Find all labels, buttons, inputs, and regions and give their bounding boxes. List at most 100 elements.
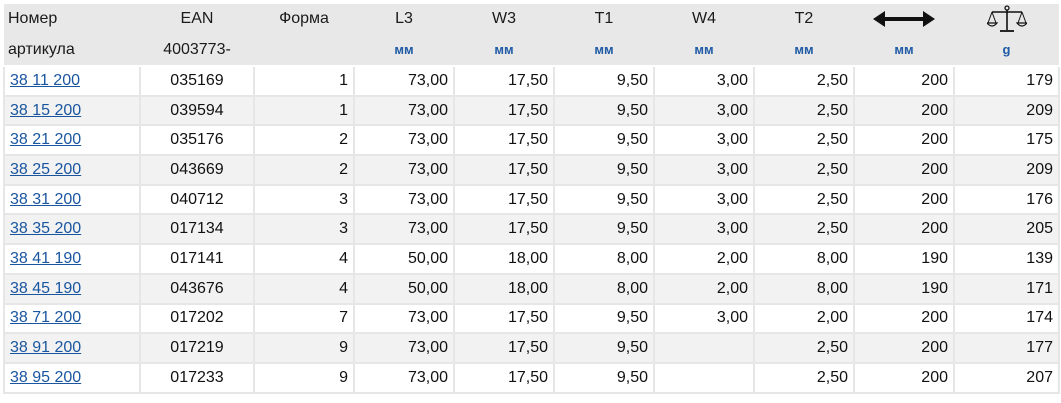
header-weight [954,4,1059,34]
cell-ean: 043669 [140,155,255,186]
cell-w3: 17,50 [454,303,555,335]
cell-ean: 017219 [140,333,255,364]
header-ean: EAN [140,4,254,34]
cell-ean: 040712 [140,184,255,216]
article-number-link[interactable]: 38 35 200 [10,220,81,237]
cell-l3: 73,00 [354,95,455,127]
cell-t1: 9,50 [554,333,655,364]
product-table-container: Номер EAN Форма L3 W3 T1 W4 T2 артикула … [0,4,1061,403]
article-number-link[interactable]: 38 15 200 [10,102,81,119]
cell-weight: 174 [954,303,1060,335]
cell-length: 200 [854,333,955,364]
cell-l3: 73,00 [354,66,455,97]
header-l3: L3 [354,4,454,34]
cell-form: 9 [254,362,355,394]
cell-t1: 9,50 [554,125,655,157]
cell-w4 [654,362,755,394]
cell-weight: 207 [954,362,1060,394]
cell-ean: 017233 [140,362,255,394]
cell-t1: 9,50 [554,184,655,216]
cell-ean: 017134 [140,214,255,246]
cell-t1: 8,00 [554,244,655,275]
cell-w3: 17,50 [454,214,555,246]
article-number-link[interactable]: 38 95 200 [10,369,81,386]
article-number-link[interactable]: 38 31 200 [10,191,81,208]
cell-form: 3 [254,184,355,216]
article-number-link[interactable]: 38 41 190 [10,250,81,267]
table-row: 38 35 200 017134 3 73,00 17,50 9,50 3,00 2,50 20… [3,214,1060,246]
header-article-number: Номер [4,4,140,34]
table-row: 38 15 200 039594 1 73,00 17,50 9,50 3,00 2,50 20… [3,95,1060,127]
cell-t1: 9,50 [554,95,655,127]
cell-w3: 17,50 [454,362,555,394]
cell-form: 3 [254,214,355,246]
cell-article-number: 38 41 190 [3,244,141,275]
cell-t1: 9,50 [554,155,655,186]
cell-t1: 9,50 [554,303,655,335]
cell-t1: 9,50 [554,362,655,394]
cell-weight: 179 [954,66,1060,97]
table-row: 38 41 190 017141 4 50,00 18,00 8,00 2,00 8,00 19… [3,244,1060,275]
header-article-number-line2: артикула [4,34,140,67]
cell-length: 200 [854,125,955,157]
cell-t2: 2,50 [754,333,855,364]
article-number-link[interactable]: 38 45 190 [10,280,81,297]
cell-t2: 2,50 [754,184,855,216]
cell-weight: 176 [954,184,1060,216]
cell-l3: 73,00 [354,125,455,157]
article-number-link[interactable]: 38 91 200 [10,339,81,356]
table-header: Номер EAN Форма L3 W3 T1 W4 T2 артикула … [4,4,1059,67]
cell-ean: 043676 [140,273,255,305]
cell-t2: 2,50 [754,214,855,246]
cell-t2: 2,50 [754,95,855,127]
cell-article-number: 38 71 200 [3,303,141,335]
cell-w4: 2,00 [654,244,755,275]
cell-l3: 73,00 [354,214,455,246]
header-row-labels: Номер EAN Форма L3 W3 T1 W4 T2 [4,4,1059,34]
cell-article-number: 38 25 200 [3,155,141,186]
cell-article-number: 38 15 200 [3,95,141,127]
cell-article-number: 38 31 200 [3,184,141,216]
table-row: 38 25 200 043669 2 73,00 17,50 9,50 3,00 2,50 20… [3,155,1060,186]
unit-t2: мм [754,34,854,67]
cell-w3: 17,50 [454,184,555,216]
header-t2: T2 [754,4,854,34]
cell-form: 2 [254,125,355,157]
cell-t2: 2,50 [754,125,855,157]
cell-w3: 17,50 [454,125,555,157]
cell-weight: 171 [954,273,1060,305]
scale-icon [986,5,1027,32]
cell-length: 200 [854,184,955,216]
cell-length: 190 [854,244,955,275]
cell-w3: 18,00 [454,244,555,275]
cell-form: 9 [254,333,355,364]
table-row: 38 11 200 035169 1 73,00 17,50 9,50 3,00 2,50 20… [3,66,1060,97]
cell-weight: 205 [954,214,1060,246]
article-number-link[interactable]: 38 71 200 [10,309,81,326]
cell-l3: 73,00 [354,155,455,186]
cell-article-number: 38 45 190 [3,273,141,305]
cell-ean: 035176 [140,125,255,157]
cell-length: 200 [854,362,955,394]
unit-w3: мм [454,34,554,67]
unit-weight: g [954,34,1059,67]
cell-w3: 17,50 [454,155,555,186]
unit-t1: мм [554,34,654,67]
cell-t1: 9,50 [554,214,655,246]
article-number-link[interactable]: 38 25 200 [10,161,81,178]
cell-form: 1 [254,95,355,127]
article-number-link[interactable]: 38 21 200 [10,131,81,148]
cell-l3: 50,00 [354,273,455,305]
cell-t2: 8,00 [754,244,855,275]
cell-w4 [654,333,755,364]
cell-l3: 50,00 [354,244,455,275]
header-w4: W4 [654,4,754,34]
cell-l3: 73,00 [354,333,455,364]
cell-t2: 2,50 [754,362,855,394]
cell-w4: 3,00 [654,66,755,97]
table-row: 38 95 200 017233 9 73,00 17,50 9,50 2,50 200 207 [3,362,1060,394]
header-t1: T1 [554,4,654,34]
article-number-link[interactable]: 38 11 200 [10,72,80,89]
cell-w3: 17,50 [454,95,555,127]
cell-form: 7 [254,303,355,335]
